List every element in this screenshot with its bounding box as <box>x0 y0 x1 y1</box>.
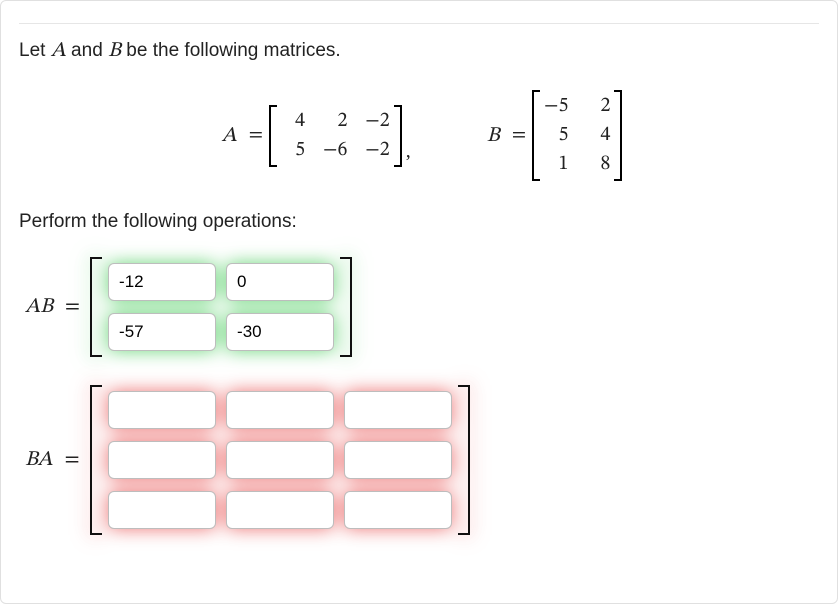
B-eq: = <box>512 123 526 148</box>
BA-label: BA = <box>25 447 80 473</box>
BA-var: BA <box>25 449 53 470</box>
A-0-2: −2 <box>365 109 389 134</box>
bracket-left <box>532 90 540 181</box>
bracket-left <box>90 257 102 357</box>
B-0-0: −5 <box>544 94 568 119</box>
BA-cell-1-1[interactable] <box>226 441 334 479</box>
A-0-0: 4 <box>281 109 305 134</box>
matrix-definitions: A = 4 2 −2 5 −6 −2 , B = <box>19 90 819 181</box>
AB-cell-0-1[interactable] <box>226 263 334 301</box>
perform-text: Perform the following operations: <box>19 211 819 233</box>
matrix-B: −5 2 5 4 1 8 <box>532 90 622 181</box>
intro-post: be the following matrices. <box>121 40 341 61</box>
B-1-0: 5 <box>544 123 568 148</box>
B-2-1: 8 <box>586 152 610 177</box>
bracket-right <box>614 90 622 181</box>
AB-cell-0-0[interactable] <box>108 263 216 301</box>
matrix-B-body: −5 2 5 4 1 8 <box>540 90 614 181</box>
AB-matrix <box>90 257 352 357</box>
B-1-1: 4 <box>586 123 610 148</box>
matrix-A-body: 4 2 −2 5 −6 −2 <box>277 105 394 167</box>
bracket-left <box>269 105 277 167</box>
intro-text: Let A and B be the following matrices. <box>19 38 819 64</box>
A-1-2: −2 <box>365 138 389 163</box>
intro-mid: and <box>66 40 108 61</box>
AB-block: AB = <box>25 257 819 357</box>
A-label: A <box>222 123 237 149</box>
BA-eq: = <box>64 449 79 470</box>
def-B: B = −5 2 5 4 1 8 <box>481 90 623 181</box>
A-1-1: −6 <box>323 138 347 163</box>
BA-block: BA = <box>25 385 819 535</box>
A-1-0: 5 <box>281 138 305 163</box>
B-0-1: 2 <box>586 94 610 119</box>
var-B: B <box>108 40 121 61</box>
def-A: A = 4 2 −2 5 −6 −2 , <box>216 105 411 167</box>
BA-cell-0-2[interactable] <box>344 391 452 429</box>
BA-cell-0-1[interactable] <box>226 391 334 429</box>
BA-matrix <box>90 385 470 535</box>
AB-grid <box>102 257 340 357</box>
AB-eq: = <box>65 296 80 317</box>
AB-var: AB <box>25 296 53 317</box>
BA-cell-2-0[interactable] <box>108 491 216 529</box>
B-label: B <box>487 123 500 149</box>
BA-cell-1-0[interactable] <box>108 441 216 479</box>
BA-grid <box>102 385 458 535</box>
bracket-right <box>340 257 352 357</box>
divider <box>19 23 819 24</box>
AB-cell-1-1[interactable] <box>226 313 334 351</box>
AB-cell-1-0[interactable] <box>108 313 216 351</box>
matrix-A: 4 2 −2 5 −6 −2 <box>269 105 402 167</box>
A-comma: , <box>406 140 411 163</box>
A-0-1: 2 <box>323 109 347 134</box>
BA-cell-0-0[interactable] <box>108 391 216 429</box>
BA-cell-2-1[interactable] <box>226 491 334 529</box>
bracket-left <box>90 385 102 535</box>
intro-pre: Let <box>19 40 51 61</box>
question-card: Let A and B be the following matrices. A… <box>0 0 838 604</box>
bracket-right <box>458 385 470 535</box>
B-2-0: 1 <box>544 152 568 177</box>
AB-label: AB = <box>25 294 80 320</box>
BA-cell-2-2[interactable] <box>344 491 452 529</box>
BA-cell-1-2[interactable] <box>344 441 452 479</box>
bracket-right <box>394 105 402 167</box>
A-eq: = <box>249 123 263 148</box>
var-A: A <box>51 40 66 61</box>
